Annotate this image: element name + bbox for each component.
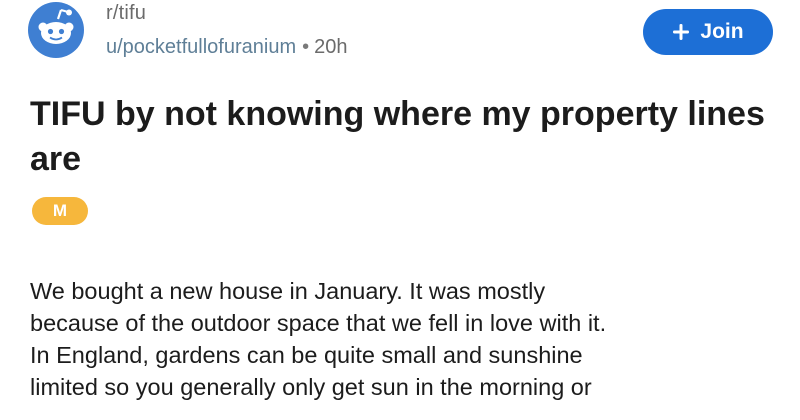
post-flair[interactable]: M: [32, 197, 88, 225]
post-body-line: We bought a new house in January. It was…: [30, 278, 546, 304]
post-body-line: because of the outdoor space that we fel…: [30, 310, 607, 336]
join-label: Join: [700, 20, 744, 43]
author-link[interactable]: u/pocketfullofuranium: [106, 36, 296, 58]
meta-separator: •: [302, 36, 310, 58]
post-title[interactable]: TIFU by not knowing where my property li…: [30, 92, 770, 182]
post-body-line: In England, gardens can be quite small a…: [30, 342, 583, 368]
subreddit-name[interactable]: r/tifu: [106, 2, 146, 25]
post-body: We bought a new house in January. It was…: [30, 275, 790, 403]
reddit-snoo-icon: [28, 2, 84, 58]
post-body-line: limited so you generally only get sun in…: [30, 374, 592, 400]
plus-icon: [673, 24, 690, 40]
post-age: 20h: [314, 36, 348, 58]
post-meta: u/pocketfullofuranium • 20h: [106, 36, 348, 59]
subreddit-avatar[interactable]: [28, 2, 84, 58]
join-button[interactable]: Join: [643, 9, 773, 55]
